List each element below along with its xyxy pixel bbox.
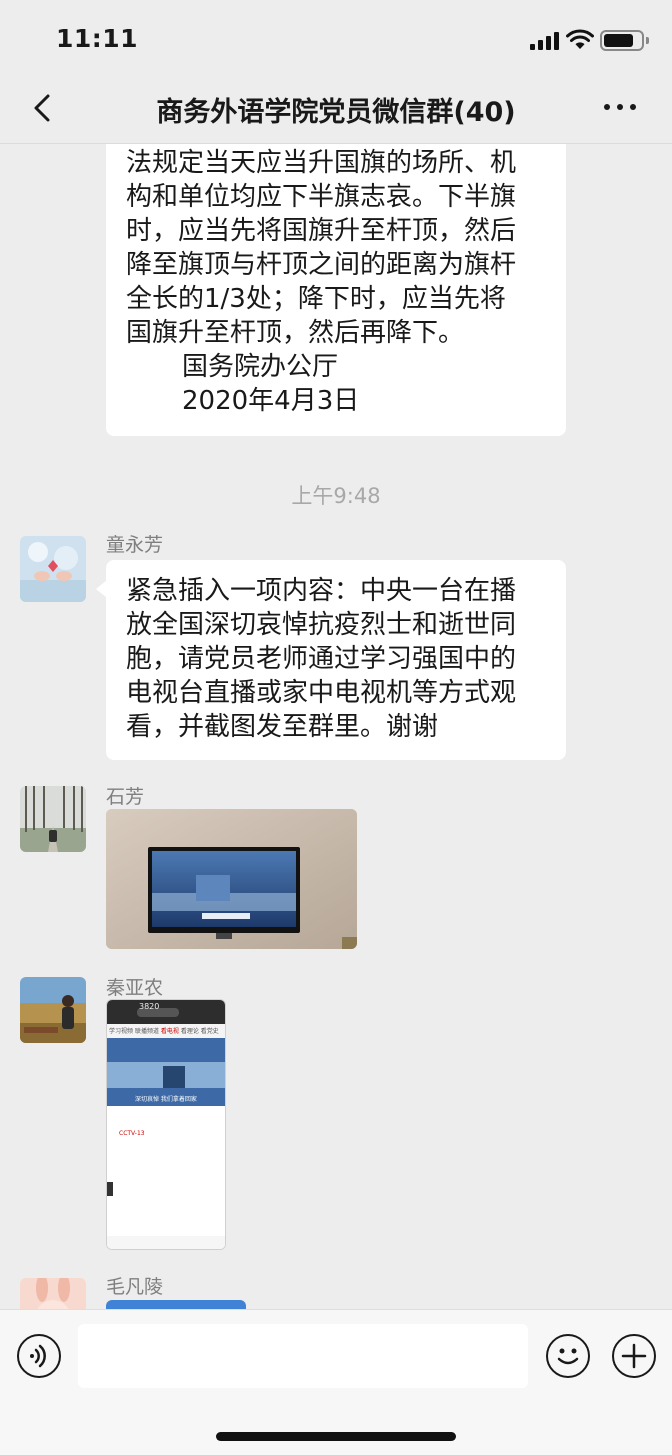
message-line: 紧急插入一项内容：中央一台在播	[126, 576, 517, 606]
message-input[interactable]	[78, 1324, 528, 1388]
screenshot-points: 3820	[139, 1002, 160, 1011]
sender-name: 童永芳	[106, 534, 164, 556]
bubble-tail	[96, 580, 107, 598]
screenshot-caption: 深切哀悼 我们拿着回家	[135, 1096, 197, 1103]
screenshot-tabs: 学习视频 联播频道 看电视 看理论 看党史	[109, 1028, 219, 1035]
battery-level	[604, 34, 633, 47]
chat-header: 商务外语学院党员微信群(40)	[0, 80, 672, 144]
screenshot-channel: CCTV-13	[119, 1130, 145, 1137]
wifi-icon	[566, 29, 594, 49]
message-line: 放全国深切哀悼抗疫烈士和逝世同	[126, 610, 517, 640]
avatar[interactable]	[20, 1278, 86, 1309]
message-date: 2020年4月3日	[182, 386, 360, 416]
message-line: 时，应当先将国旗升至杆顶，然后	[126, 216, 517, 246]
image-message[interactable]	[106, 809, 357, 949]
message-line: 胞，请党员老师通过学习强国中的	[126, 644, 517, 674]
status-time: 11:11	[56, 24, 139, 53]
message-bubble[interactable]: 紧急插入一项内容：中央一台在播 放全国深切哀悼抗疫烈士和逝世同 胞，请党员老师通…	[96, 560, 566, 760]
message-line: 构和单位均应下半旗志哀。下半旗	[126, 182, 517, 212]
message-line: 国旗升至杆顶，然后再降下。	[126, 318, 465, 348]
avatar[interactable]	[20, 977, 86, 1043]
cellular-signal-icon	[530, 32, 560, 50]
home-indicator[interactable]	[216, 1432, 456, 1441]
avatar[interactable]	[20, 536, 86, 602]
ellipsis-icon[interactable]	[600, 100, 640, 114]
message-signature: 国务院办公厅	[182, 352, 339, 382]
plus-icon[interactable]	[612, 1334, 656, 1378]
chat-message-list[interactable]: 法规定当天应当升国旗的场所、机 构和单位均应下半旗志哀。下半旗 时，应当先将国旗…	[0, 144, 672, 1309]
time-divider: 上午9:48	[291, 484, 381, 508]
battery-tip	[646, 37, 649, 44]
chevron-left-icon[interactable]	[28, 92, 58, 124]
sender-name: 石芳	[106, 786, 145, 808]
voice-icon[interactable]	[17, 1334, 61, 1378]
battery-icon	[600, 30, 644, 51]
image-message[interactable]	[106, 1300, 246, 1309]
message-line: 电视台直播或家中电视机等方式观	[126, 678, 517, 708]
emoji-icon[interactable]	[546, 1334, 590, 1378]
message-line: 降至旗顶与杆顶之间的距离为旗杆	[126, 250, 517, 280]
sender-name: 秦亚农	[106, 977, 164, 999]
message-line: 法规定当天应当升国旗的场所、机	[126, 148, 517, 178]
message-line: 全长的1/3处；降下时，应当先将	[126, 284, 506, 314]
chat-title: 商务外语学院党员微信群(40)	[156, 97, 516, 128]
message-line: 看，并截图发至群里。谢谢	[126, 712, 439, 742]
status-bar: 11:11	[0, 0, 672, 80]
image-message[interactable]: 3820 学习视频 联播频道 看电视 看理论 看党史 深切哀悼 我们拿着回家 C…	[106, 999, 226, 1250]
sender-name: 毛凡陵	[106, 1276, 164, 1298]
message-bubble[interactable]: 法规定当天应当升国旗的场所、机 构和单位均应下半旗志哀。下半旗 时，应当先将国旗…	[106, 144, 566, 436]
avatar[interactable]	[20, 786, 86, 852]
